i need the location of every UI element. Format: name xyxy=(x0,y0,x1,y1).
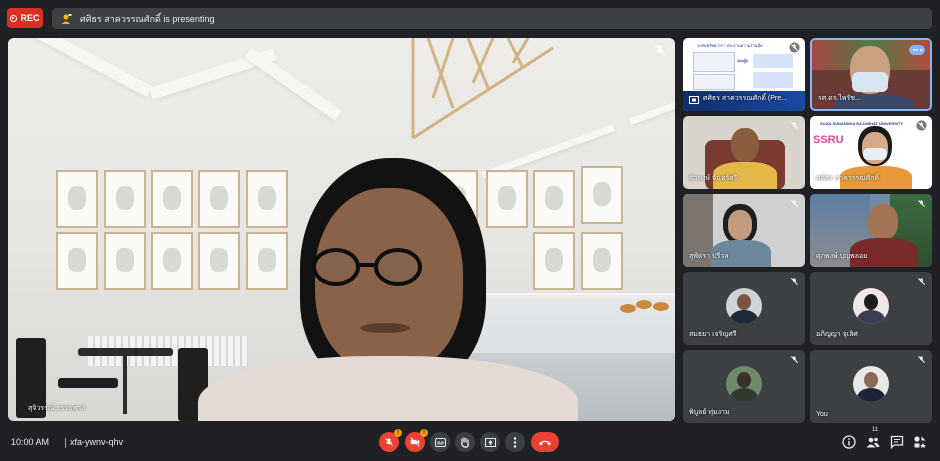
cafe-chair xyxy=(58,378,118,388)
slide-box xyxy=(753,72,793,88)
mic-off-icon xyxy=(791,200,798,207)
face-mask xyxy=(852,72,888,92)
participant-name: ศศิธร สาควรรณศักดิ์ xyxy=(816,175,879,182)
participant-name: รศ.ดร.ไพรัช... xyxy=(818,95,861,102)
camera-warning-badge: ! xyxy=(420,429,428,437)
avatar xyxy=(853,288,889,324)
slide-title: ระดับทรัพยากร / ประสานความร่วมมือ xyxy=(697,43,763,48)
slide-box xyxy=(693,74,735,90)
activities-icon[interactable] xyxy=(913,435,927,449)
recording-badge[interactable]: REC xyxy=(7,8,43,28)
slide-box xyxy=(693,52,735,72)
participant-face xyxy=(728,210,752,240)
pastry xyxy=(636,300,652,309)
info-icon[interactable] xyxy=(842,435,856,449)
mic-off-icon xyxy=(916,120,927,131)
glasses xyxy=(312,248,422,286)
more-options-button[interactable] xyxy=(505,432,525,452)
mic-off-icon xyxy=(918,356,925,363)
participant-tile[interactable]: สุพัตรา ปรีวล xyxy=(683,194,805,267)
hang-up-icon xyxy=(539,440,551,445)
raise-hand-button[interactable] xyxy=(455,432,475,452)
mic-off-icon xyxy=(654,44,666,56)
mic-off-icon xyxy=(385,438,393,446)
participant-name: ศิวพงษ์ จันทร์ศรี xyxy=(689,175,738,182)
divider xyxy=(65,438,66,448)
meeting-code[interactable]: xfa-ywnv-qhv xyxy=(70,437,123,447)
participant-name: สมธยา เจริญศรี xyxy=(689,331,737,338)
participant-tile[interactable]: อภิญญา จุเลิศ xyxy=(810,272,932,345)
record-icon xyxy=(10,14,18,22)
mic-toggle-button[interactable]: ! xyxy=(379,429,402,452)
more-vertical-icon xyxy=(513,436,517,448)
camera-off-icon xyxy=(410,437,420,447)
top-bar: REC ศศิธร สาควรรณศักดิ์ is presenting xyxy=(0,0,940,36)
leave-call-button[interactable] xyxy=(531,432,559,452)
mic-off-icon xyxy=(789,42,800,53)
participant-name: พิบูลย์ ทุ่มงาม xyxy=(689,409,730,416)
presenting-text: ศศิธร สาควรรณศักดิ์ is presenting xyxy=(80,13,215,24)
participant-name: You xyxy=(816,411,828,418)
participant-face xyxy=(731,128,759,162)
avatar xyxy=(726,366,762,402)
presenting-banner: ศศิธร สาควรรณศักดิ์ is presenting xyxy=(52,8,932,29)
main-video-tile[interactable]: สุจิวรรณ์ ธรรมพาส xyxy=(8,38,675,421)
self-tile[interactable]: You xyxy=(810,350,932,423)
camera-toggle-button[interactable]: ! xyxy=(405,429,428,452)
participant-tile-active-speaker[interactable]: รศ.ดร.ไพรัช... xyxy=(810,38,932,111)
captions-button[interactable] xyxy=(430,432,450,452)
participant-count: 11 xyxy=(872,427,879,433)
participant-tile[interactable]: ศิวพงษ์ จันทร์ศรี xyxy=(683,116,805,189)
bottom-bar: 10:00 AM xfa-ywnv-qhv ! ! 11 xyxy=(0,423,940,461)
table-leg xyxy=(123,354,127,414)
people-icon[interactable] xyxy=(866,435,880,449)
avatar xyxy=(726,288,762,324)
chat-icon[interactable] xyxy=(890,435,904,449)
avatar xyxy=(853,366,889,402)
mic-off-icon xyxy=(791,356,798,363)
present-screen-icon xyxy=(484,437,496,447)
participant-tile-presentation[interactable]: ระดับทรัพยากร / ประสานความร่วมมือ ศศิธร … xyxy=(683,38,805,111)
mic-off-icon xyxy=(791,122,798,129)
participant-face xyxy=(868,204,898,240)
participant-tile[interactable]: ศุภพงษ์ บุญพลอย xyxy=(810,194,932,267)
recording-label: REC xyxy=(20,13,40,23)
mic-off-icon xyxy=(791,278,798,285)
participant-name: อภิญญา จุเลิศ xyxy=(816,331,858,338)
more-options-icon[interactable] xyxy=(909,45,925,55)
mic-off-icon xyxy=(918,200,925,207)
university-banner: SUAN SUNANDHA RAJABHAT UNIVERSITY xyxy=(820,121,904,126)
present-screen-icon xyxy=(689,96,699,104)
wooden-lattice xyxy=(411,38,554,140)
captions-icon xyxy=(434,437,446,447)
slide-box xyxy=(753,54,793,68)
participant-tile[interactable]: สมธยา เจริญศรี xyxy=(683,272,805,345)
mic-warning-badge: ! xyxy=(394,429,402,437)
ssru-logo: SSRU xyxy=(813,134,844,146)
presenter-hand-icon xyxy=(60,13,72,25)
meeting-time: 10:00 AM xyxy=(11,437,50,447)
arrow-right-icon xyxy=(737,58,749,64)
participant-name: ศศิธร สาควรรณศักดิ์ (Pre... xyxy=(703,95,787,102)
main-participant-name: สุจิวรรณ์ ธรรมพาส xyxy=(28,405,86,412)
participant-name: ศุภพงษ์ บุญพลอย xyxy=(816,253,868,260)
face-mask xyxy=(863,148,887,160)
pastry xyxy=(620,304,636,313)
pastry xyxy=(653,302,669,311)
participant-name: สุพัตรา ปรีวล xyxy=(689,253,729,260)
present-now-button[interactable] xyxy=(480,432,500,452)
mic-off-icon xyxy=(918,278,925,285)
participant-tile[interactable]: SUAN SUNANDHA RAJABHAT UNIVERSITY SSRU ศ… xyxy=(810,116,932,189)
speaker-mouth xyxy=(360,323,410,333)
participant-tile[interactable]: พิบูลย์ ทุ่มงาม xyxy=(683,350,805,423)
hand-icon xyxy=(461,436,469,448)
